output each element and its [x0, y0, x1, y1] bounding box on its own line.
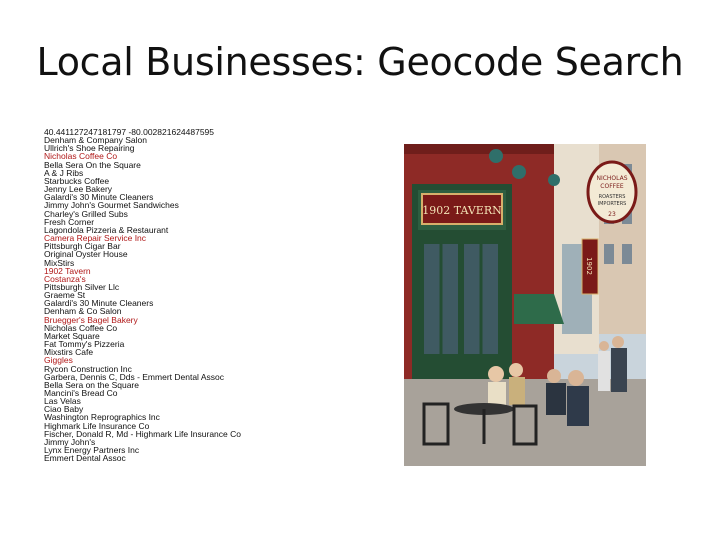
nicholas-sign-top: NICHOLAS	[596, 175, 627, 182]
street-photo-art: 1902 TAVERN NICHOLAS COFFEE ROASTERS IMP…	[404, 144, 646, 466]
result-item: Las Velas	[44, 396, 81, 407]
page-title: Local Businesses: Geocode Search	[36, 40, 684, 84]
result-item: Pittsburgh Silver Llc	[44, 281, 120, 292]
results-list: 40.441127247181797 -80.002821624487595 D…	[44, 128, 374, 464]
tavern-sign-text: 1902 TAVERN	[422, 204, 502, 217]
result-item: 1902 Tavern	[44, 265, 91, 276]
nicholas-sign-roasters: ROASTERS	[599, 194, 626, 200]
result-item: Mancini's Bread Co	[44, 388, 118, 398]
nicholas-sign-mid: COFFEE	[600, 183, 624, 190]
street-photo: 1902 TAVERN NICHOLAS COFFEE ROASTERS IMP…	[404, 144, 646, 466]
result-item: MixStirs	[44, 257, 75, 268]
nicholas-sign-number: 23	[608, 211, 616, 218]
result-item: Bella Sera On the Square	[44, 159, 141, 170]
result-item: Mixstirs Cafe	[44, 347, 94, 358]
result-item: Emmert Dental Assoc	[44, 453, 126, 464]
result-item: Original Oyster House	[44, 249, 128, 260]
result-item: Fat Tommy's Pizzeria	[44, 339, 125, 350]
vertical-sign-text: 1902	[585, 257, 593, 275]
nicholas-sign-importers: IMPORTERS	[598, 201, 627, 207]
